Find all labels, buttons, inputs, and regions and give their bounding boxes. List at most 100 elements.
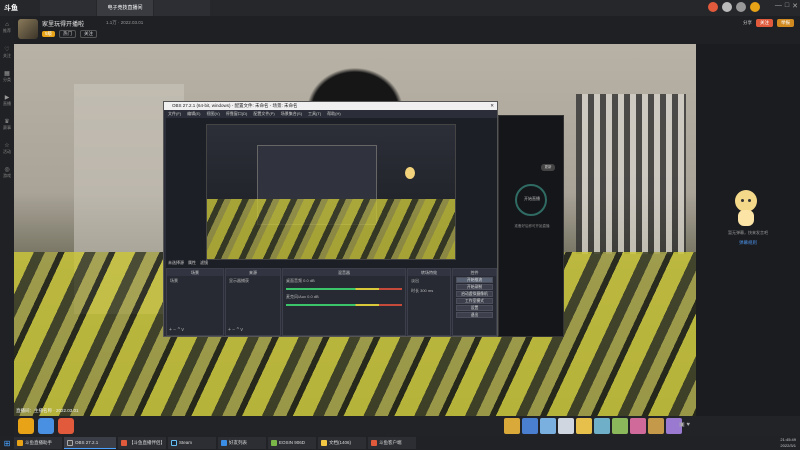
nav-item-6[interactable]: ◎ 游戏 [0,160,14,184]
gift-item[interactable] [540,418,556,434]
share-link[interactable]: 分享 [743,20,752,26]
taskbar-item-3[interactable]: Steam [168,437,216,449]
heart-icon: ♡ [4,46,10,53]
close-icon[interactable]: ✕ [792,2,798,10]
obs-source-status: 未选择源 属性 滤镜 [168,260,208,266]
start-streaming-button[interactable]: 开始推流 [456,277,493,283]
top-tab-3[interactable] [154,0,210,16]
activity-icon[interactable] [58,418,74,434]
obs-dock-sources: 来源 显示器捕获 + − ^ v [225,268,281,336]
nested-preview [206,124,456,260]
tag-pill-hot[interactable]: 热门 [59,30,77,38]
exit-button[interactable]: 退出 [456,312,493,318]
obs-menu-docks[interactable]: 停靠窗口(D) [226,110,248,117]
star-icon: ☆ [4,142,10,149]
tag-pill-follow[interactable]: 关注 [80,30,98,38]
obs-dock-transitions: 转场特效 淡出 时长 300 ms [407,268,451,336]
gift-item[interactable] [612,418,628,434]
virtual-camera-button[interactable]: 启动虚拟摄像机 [456,291,493,297]
taskbar-item-6[interactable]: 文档(1406) [318,437,366,449]
nav-item-4[interactable]: ♛ 赛事 [0,112,14,136]
obs-menu-tools[interactable]: 工具(T) [308,110,321,117]
background-curtain [576,94,686,254]
taskbar-item-5[interactable]: EOSIN 906D [268,437,316,449]
scene-item[interactable]: 场景 [167,276,223,286]
minimize-icon[interactable]: — [775,2,782,10]
obs-menu-edit[interactable]: 编辑(E) [187,110,200,117]
source-item[interactable]: 显示器捕获 [226,276,280,286]
taskbar-item-1[interactable]: OBS 27.2.1 [64,437,116,449]
obs-properties-button[interactable]: 属性 [188,260,196,266]
nav-item-1[interactable]: ♡ 关注 [0,40,14,64]
chat-panel: 暂无弹幕，快来发言吧 弹幕规则 [696,44,800,416]
taskbar-item-7[interactable]: 斗鱼客户端 [368,437,416,449]
chat-rules-link[interactable]: 弹幕规则 [696,240,800,246]
nav-item-2[interactable]: ▦ 分类 [0,64,14,88]
source-dock-toolbar[interactable]: + − ^ v [228,327,243,333]
nav-item-0[interactable]: ⌂ 推荐 [0,16,14,40]
avatar[interactable] [750,2,760,12]
volume-meter[interactable] [286,288,402,290]
studio-mode-button[interactable]: 工作室模式 [456,298,493,304]
windows-start-icon[interactable]: ⊞ [0,436,14,450]
volume-meter[interactable] [286,304,402,306]
top-tab-1[interactable] [40,0,96,16]
taskbar-item-0[interactable]: 斗鱼直播助手 [14,437,62,449]
obs-menubar: 文件(F) 编辑(E) 视图(V) 停靠窗口(D) 配置文件(P) 场景集合(S… [164,110,497,117]
maximize-icon[interactable]: □ [785,2,789,10]
taskbar-item-2[interactable]: 【斗鱼直播伴侣】 [118,437,166,449]
history-icon[interactable] [722,2,732,12]
obs-preview[interactable]: 未选择源 属性 滤镜 [166,118,497,268]
header-actions: 分享 关注 举报 [743,19,794,27]
taskbar-item-4[interactable]: 好友列表 [218,437,266,449]
system-clock[interactable]: 21:45:49 2022/3/1 [780,437,796,449]
gift-item[interactable] [594,418,610,434]
gift-item[interactable] [558,418,574,434]
obs-menu-scenes[interactable]: 场景集合(S) [281,110,302,117]
gift-list [504,418,682,434]
nav-item-3[interactable]: ▶ 直播 [0,88,14,112]
update-badge[interactable]: 更新 [541,164,555,171]
streamer-avatar[interactable] [18,19,38,39]
gift-item[interactable] [630,418,646,434]
gift-bar-right[interactable]: ▣ ♥ [679,421,690,428]
obs-menu-profile[interactable]: 配置文件(P) [253,110,274,117]
follow-button[interactable]: 关注 [756,19,773,27]
obs-menu-file[interactable]: 文件(F) [168,110,181,117]
gift-item[interactable] [522,418,538,434]
download-icon[interactable] [736,2,746,12]
go-live-hint: 准备好后即可开始直播 [514,224,550,228]
report-button[interactable]: 举报 [777,19,794,27]
mixer-track-mic: 麦克风/Aux 0.0 dB [286,294,319,299]
fans-icon[interactable] [38,418,54,434]
obs-menu-view[interactable]: 视图(V) [206,110,219,117]
mascot-mini-icon [405,167,415,179]
transition-select[interactable]: 淡出 [408,276,450,286]
gift-item[interactable] [504,418,520,434]
obs-title: OBS 27.2.1 (64-bit, windows) - 配置文件: 未命名… [172,103,298,108]
level-badge: 5级 [42,31,56,37]
start-recording-button[interactable]: 开始录制 [456,284,493,290]
obs-filters-button[interactable]: 滤镜 [200,260,208,266]
treasure-icon[interactable] [18,418,34,434]
go-live-label: 开始直播 [524,196,540,201]
app-top-bar: 斗鱼 电子竞技直播间 — □ ✕ [0,0,800,16]
gift-bar: ▣ ♥ [14,416,800,436]
obs-menu-help[interactable]: 帮助(H) [327,110,341,117]
stream-caption: 直播间：主播名称 · 2022.03.01 [16,408,79,413]
top-tab-2[interactable]: 电子竞技直播间 [97,0,153,16]
top-icon-row [708,2,760,12]
gift-item[interactable] [576,418,592,434]
gift-item[interactable] [648,418,664,434]
left-nav: ⌂ 推荐 ♡ 关注 ▦ 分类 ▶ 直播 ♛ 赛事 ☆ 活动 ◎ 游戏 [0,16,14,436]
obs-window[interactable]: OBS 27.2.1 (64-bit, windows) - 配置文件: 未命名… [163,101,498,337]
nav-item-5[interactable]: ☆ 活动 [0,136,14,160]
scene-dock-toolbar[interactable]: + − ^ v [169,327,184,333]
app-logo[interactable]: 斗鱼 [4,3,18,13]
transition-duration[interactable]: 时长 300 ms [408,286,450,296]
settings-button[interactable]: 设置 [456,305,493,311]
notification-icon[interactable] [708,2,718,12]
obs-close-icon[interactable]: ✕ [490,102,494,110]
obs-dock-controls: 控件 开始推流 开始录制 启动虚拟摄像机 工作室模式 设置 退出 [452,268,497,336]
room-sub-row: 5级 热门 关注 [42,30,98,38]
